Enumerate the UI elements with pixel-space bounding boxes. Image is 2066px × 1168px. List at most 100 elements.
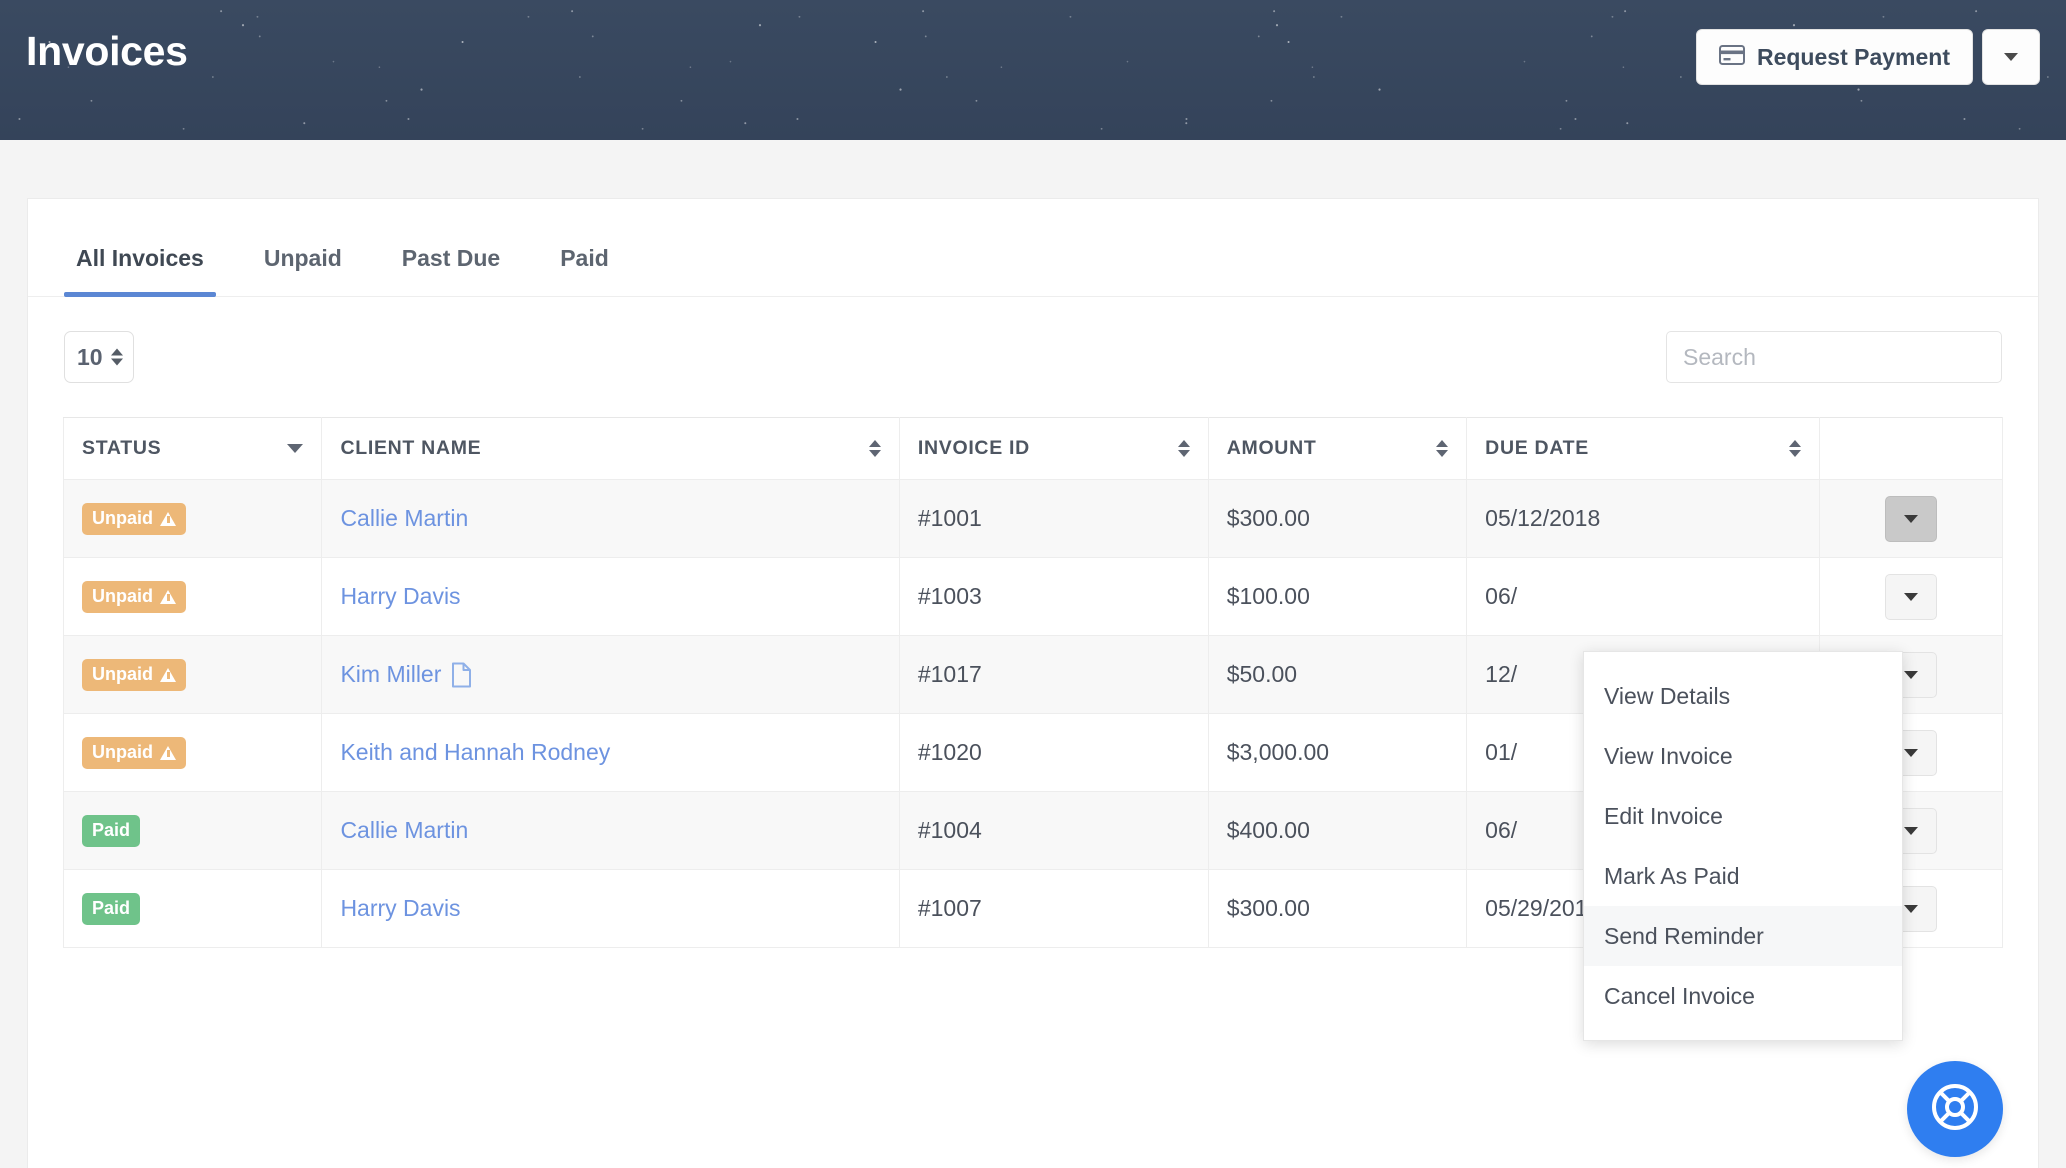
status-badge: Unpaid bbox=[82, 736, 186, 769]
cell-client-name: Harry Davis bbox=[321, 557, 900, 636]
row-actions-toggle[interactable] bbox=[1885, 573, 1938, 620]
status-badge-label: Unpaid bbox=[92, 664, 153, 684]
chevron-down-icon bbox=[1904, 904, 1919, 913]
client-name-label: Kim Miller bbox=[340, 661, 442, 687]
menu-item-mark-as-paid[interactable]: Mark As Paid bbox=[1584, 846, 1902, 906]
cell-status: Unpaid bbox=[62, 479, 323, 558]
cell-invoice-id: #1001 bbox=[898, 479, 1209, 558]
search-input[interactable] bbox=[1666, 331, 2002, 383]
status-badge-label: Paid bbox=[92, 898, 131, 918]
cell-amount: $300.00 bbox=[1207, 479, 1468, 558]
row-actions-toggle[interactable] bbox=[1885, 495, 1938, 542]
client-name-link[interactable]: Callie Martin bbox=[340, 505, 468, 532]
column-header-amount[interactable]: AMOUNT bbox=[1207, 417, 1468, 480]
cell-status: Paid bbox=[62, 791, 323, 870]
client-name-label: Callie Martin bbox=[340, 505, 469, 531]
cell-invoice-id: #1020 bbox=[898, 713, 1209, 792]
chevron-down-icon bbox=[1904, 592, 1919, 601]
client-name-link[interactable]: Keith and Hannah Rodney bbox=[340, 739, 610, 766]
client-name-label: Harry Davis bbox=[340, 895, 461, 921]
column-header-status[interactable]: STATUS bbox=[62, 417, 323, 480]
client-name-link[interactable]: Harry Davis bbox=[340, 583, 460, 610]
cell-status: Paid bbox=[62, 869, 323, 948]
menu-item-cancel-invoice[interactable]: Cancel Invoice bbox=[1584, 966, 1902, 1026]
cell-status: Unpaid bbox=[62, 635, 323, 714]
column-label-client-name: CLIENT NAME bbox=[340, 437, 482, 459]
chevron-down-icon bbox=[1904, 514, 1919, 523]
page-length-value: 10 bbox=[77, 343, 103, 370]
invoice-tabs: All Invoices Unpaid Past Due Paid bbox=[28, 199, 2038, 297]
chevron-down-icon bbox=[1904, 748, 1919, 757]
column-label-amount: AMOUNT bbox=[1226, 437, 1317, 459]
cell-due-date: 05/12/2018 bbox=[1466, 479, 1821, 558]
menu-item-send-reminder[interactable]: Send Reminder bbox=[1584, 906, 1902, 966]
lifebuoy-icon bbox=[1928, 1080, 1982, 1139]
status-badge-label: Unpaid bbox=[92, 508, 153, 528]
column-header-actions bbox=[1819, 417, 2003, 480]
tab-unpaid[interactable]: Unpaid bbox=[234, 245, 372, 296]
cell-status: Unpaid bbox=[62, 713, 323, 792]
tab-all-invoices[interactable]: All Invoices bbox=[46, 245, 234, 297]
menu-item-view-details[interactable]: View Details bbox=[1584, 666, 1902, 726]
sort-arrows-icon bbox=[868, 440, 881, 457]
client-name-link[interactable]: Callie Martin bbox=[340, 817, 468, 844]
client-name-label: Harry Davis bbox=[340, 583, 461, 609]
table-head: STATUS CLIENT NAME INVOICE ID AMOUNT DUE… bbox=[62, 417, 2003, 480]
status-badge: Unpaid bbox=[82, 658, 186, 691]
chevron-down-icon bbox=[1904, 826, 1919, 835]
cell-status: Unpaid bbox=[62, 557, 323, 636]
table-header-row: STATUS CLIENT NAME INVOICE ID AMOUNT DUE… bbox=[62, 417, 2003, 480]
cell-invoice-id: #1007 bbox=[898, 869, 1209, 948]
table-row: Unpaid Callie Martin #1001 $300.00 05/12/201… bbox=[62, 479, 2003, 558]
client-name-label: Callie Martin bbox=[340, 817, 469, 843]
tab-paid[interactable]: Paid bbox=[530, 245, 639, 296]
cell-invoice-id: #1017 bbox=[898, 635, 1209, 714]
column-label-invoice-id: INVOICE ID bbox=[917, 437, 1030, 459]
status-badge: Paid bbox=[82, 814, 141, 847]
client-name-label: Keith and Hannah Rodney bbox=[340, 739, 611, 765]
cell-actions bbox=[1819, 557, 2003, 636]
filter-triangle-icon bbox=[287, 444, 304, 453]
page-title: Invoices bbox=[26, 28, 188, 74]
cell-amount: $300.00 bbox=[1207, 869, 1468, 948]
cell-due-date: 06/ bbox=[1466, 557, 1821, 636]
tab-past-due[interactable]: Past Due bbox=[372, 245, 530, 296]
cell-amount: $400.00 bbox=[1207, 791, 1468, 870]
spinner-icon bbox=[111, 348, 123, 366]
column-header-client-name[interactable]: CLIENT NAME bbox=[321, 417, 900, 480]
status-badge-label: Unpaid bbox=[92, 586, 153, 606]
cell-client-name: Kim Miller bbox=[321, 635, 900, 714]
app-header: Invoices Request Payment bbox=[0, 0, 2066, 140]
header-actions: Request Payment bbox=[1695, 29, 2040, 85]
sort-arrows-icon bbox=[1177, 440, 1190, 457]
cell-client-name: Callie Martin bbox=[321, 791, 900, 870]
client-name-link[interactable]: Kim Miller bbox=[340, 661, 472, 688]
sort-arrows-icon bbox=[1789, 440, 1802, 457]
status-badge-label: Paid bbox=[92, 820, 131, 840]
table-toolbar: 10 bbox=[28, 297, 2038, 417]
cell-amount: $50.00 bbox=[1207, 635, 1468, 714]
menu-item-edit-invoice[interactable]: Edit Invoice bbox=[1584, 786, 1902, 846]
warning-triangle-icon bbox=[160, 511, 176, 526]
row-actions-menu: View Details View Invoice Edit Invoice M… bbox=[1583, 651, 1903, 1041]
request-payment-dropdown-toggle[interactable] bbox=[1982, 29, 2040, 85]
cell-client-name: Keith and Hannah Rodney bbox=[321, 713, 900, 792]
cell-client-name: Harry Davis bbox=[321, 869, 900, 948]
warning-triangle-icon bbox=[160, 667, 176, 682]
warning-triangle-icon bbox=[160, 589, 176, 604]
menu-item-view-invoice[interactable]: View Invoice bbox=[1584, 726, 1902, 786]
request-payment-label: Request Payment bbox=[1756, 43, 1950, 70]
request-payment-button[interactable]: Request Payment bbox=[1695, 29, 1973, 85]
column-header-due-date[interactable]: DUE DATE bbox=[1466, 417, 1821, 480]
client-name-link[interactable]: Harry Davis bbox=[340, 895, 460, 922]
cell-client-name: Callie Martin bbox=[321, 479, 900, 558]
cell-amount: $100.00 bbox=[1207, 557, 1468, 636]
chevron-down-icon bbox=[2004, 53, 2018, 61]
cell-actions bbox=[1819, 479, 2003, 558]
status-badge-label: Unpaid bbox=[92, 742, 153, 762]
page-length-select[interactable]: 10 bbox=[64, 331, 134, 383]
column-header-invoice-id[interactable]: INVOICE ID bbox=[898, 417, 1209, 480]
cell-invoice-id: #1003 bbox=[898, 557, 1209, 636]
support-button[interactable] bbox=[1907, 1061, 2003, 1157]
status-badge: Paid bbox=[82, 892, 141, 925]
